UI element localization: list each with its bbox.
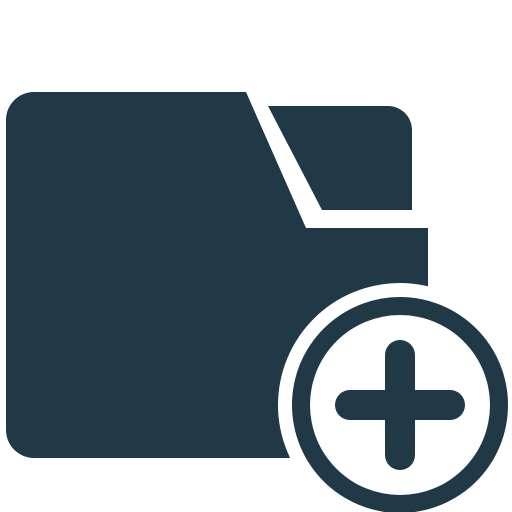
add-folder-svg	[6, 92, 512, 512]
add-folder-icon	[0, 0, 512, 512]
